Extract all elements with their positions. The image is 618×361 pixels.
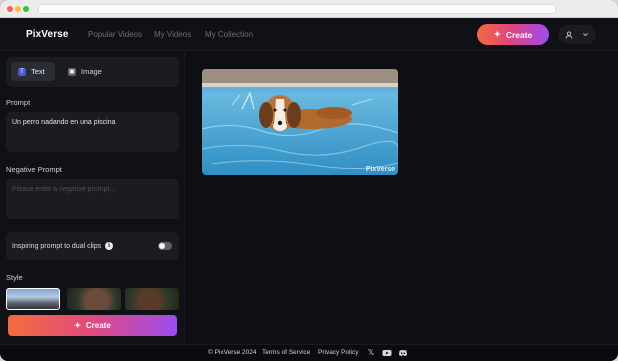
prompt-input[interactable]: Un perro nadando en una piscina [6,112,179,152]
image-icon: ▣ [68,67,76,76]
x-twitter-icon[interactable]: 𝕏 [366,348,376,358]
prompt-label: Prompt [6,98,31,107]
copyright: © PixVerse 2024 [208,349,257,356]
maximize-window-button[interactable] [23,6,29,12]
negative-prompt-input[interactable]: Please enter a negative prompt... [6,179,179,219]
inspire-label: Inspiring prompt to dual clips [12,242,102,250]
style-option[interactable] [125,288,179,310]
privacy-link[interactable]: Privacy Policy [318,349,358,356]
close-window-button[interactable] [7,6,13,12]
video-watermark: PixVerse [365,166,395,173]
header-create-label: Create [505,29,533,40]
browser-chrome [0,0,618,18]
address-bar[interactable] [38,4,556,14]
style-label: Style [6,273,23,282]
minimize-window-button[interactable] [15,6,21,12]
footer: © PixVerse 2024 Terms of Service Privacy… [0,344,618,361]
youtube-icon[interactable] [382,348,392,358]
video-thumbnail [202,69,398,175]
video-preview[interactable]: PixVerse [202,69,398,175]
tab-text-label: Text [31,67,45,76]
create-button[interactable]: ✦ Create [8,315,177,336]
app-window: PixVerse Popular Videos My Videos My Col… [0,0,618,361]
chevron-down-icon [582,33,588,37]
style-option[interactable] [67,288,121,310]
tab-image-label: Image [81,67,102,76]
tab-text[interactable]: T Text [11,62,55,81]
create-button-label: Create [85,321,111,330]
negative-prompt-label: Negative Prompt [6,165,62,174]
text-icon: T [18,67,26,76]
style-picker [6,288,179,310]
nav-my-videos[interactable]: My Videos [154,30,191,39]
top-navigation: PixVerse Popular Videos My Videos My Col… [0,18,618,51]
user-icon [565,31,573,38]
mode-switcher: T Text ▣ Image [6,57,179,87]
nav-my-collection[interactable]: My Collection [205,30,253,39]
discord-icon[interactable] [398,348,408,358]
style-option[interactable] [6,288,60,310]
sparkle-icon: ✦ [74,321,81,330]
info-icon[interactable]: i [105,242,114,250]
nav-popular-videos[interactable]: Popular Videos [88,30,142,39]
logo[interactable]: PixVerse [26,29,69,40]
tab-image[interactable]: ▣ Image [61,62,109,81]
sparkle-icon: ✦ [493,29,501,39]
generation-panel: T Text ▣ Image Prompt Un perro nadando e… [0,52,185,344]
header-create-button[interactable]: ✦ Create [477,24,549,45]
user-menu-button[interactable] [558,25,596,44]
inspire-toggle[interactable] [158,242,172,250]
terms-link[interactable]: Terms of Service [262,349,310,356]
inspire-row: Inspiring prompt to dual clips i [6,232,179,260]
